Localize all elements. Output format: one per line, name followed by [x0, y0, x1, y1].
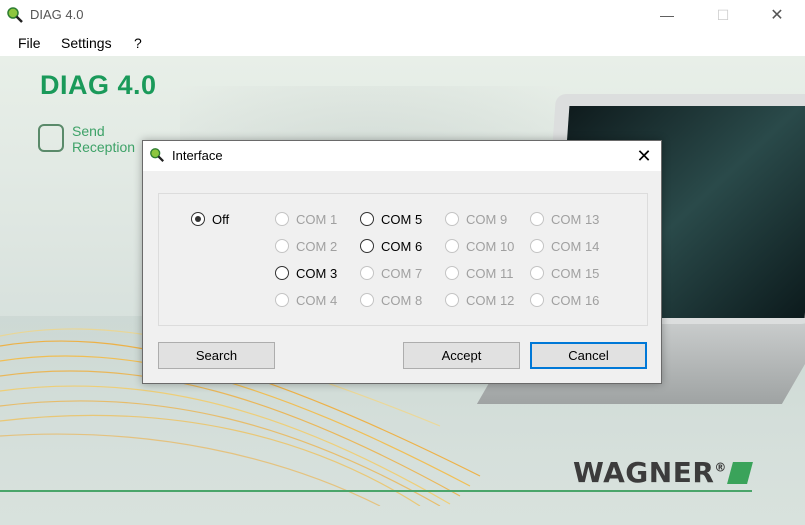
radio-com12: COM 12: [445, 292, 514, 308]
wagner-logo: WAGNER®: [573, 456, 727, 489]
radio-com10: COM 10: [445, 238, 514, 254]
send-reception-icon: [38, 124, 64, 152]
title-bar: DIAG 4.0 — ☐ ✕: [0, 0, 805, 30]
radio-com9: COM 9: [445, 211, 507, 227]
radio-off[interactable]: Off: [191, 211, 229, 227]
menu-settings[interactable]: Settings: [61, 35, 112, 51]
minimize-button[interactable]: —: [644, 0, 690, 30]
radio-circle: [191, 212, 205, 226]
radio-com5[interactable]: COM 5: [360, 211, 422, 227]
menu-file[interactable]: File: [18, 35, 41, 51]
radio-com7: COM 7: [360, 265, 422, 281]
search-button[interactable]: Search: [158, 342, 275, 369]
dialog-close-button[interactable]: ✕: [633, 145, 655, 167]
dialog-title-bar: Interface ✕: [143, 141, 661, 171]
divider-line: [0, 490, 752, 492]
interface-dialog: Interface ✕ Off COM 1 COM 2 COM 3 COM 4 …: [142, 140, 662, 384]
cancel-button[interactable]: Cancel: [530, 342, 647, 369]
accept-button[interactable]: Accept: [403, 342, 520, 369]
magnifier-app-icon: [7, 7, 23, 23]
radio-com6[interactable]: COM 6: [360, 238, 422, 254]
radio-com2: COM 2: [275, 238, 337, 254]
radio-com8: COM 8: [360, 292, 422, 308]
send-reception-label[interactable]: Send Reception: [72, 123, 135, 155]
dialog-title: Interface: [172, 148, 223, 163]
radio-com3[interactable]: COM 3: [275, 265, 337, 281]
window-title: DIAG 4.0: [30, 7, 84, 22]
radio-com15: COM 15: [530, 265, 599, 281]
port-selection-group: Off COM 1 COM 2 COM 3 COM 4 COM 5 COM 6 …: [158, 193, 648, 326]
menu-help[interactable]: ?: [134, 35, 142, 51]
close-window-button[interactable]: ✕: [754, 0, 800, 30]
radio-com4: COM 4: [275, 292, 337, 308]
menu-bar: File Settings ?: [0, 30, 805, 56]
maximize-button[interactable]: ☐: [700, 0, 746, 30]
magnifier-dialog-icon: [150, 148, 165, 163]
radio-com11: COM 11: [445, 265, 513, 281]
app-heading: DIAG 4.0: [40, 70, 157, 100]
radio-com14: COM 14: [530, 238, 599, 254]
radio-com13: COM 13: [530, 211, 599, 227]
radio-com16: COM 16: [530, 292, 599, 308]
radio-com1: COM 1: [275, 211, 337, 227]
